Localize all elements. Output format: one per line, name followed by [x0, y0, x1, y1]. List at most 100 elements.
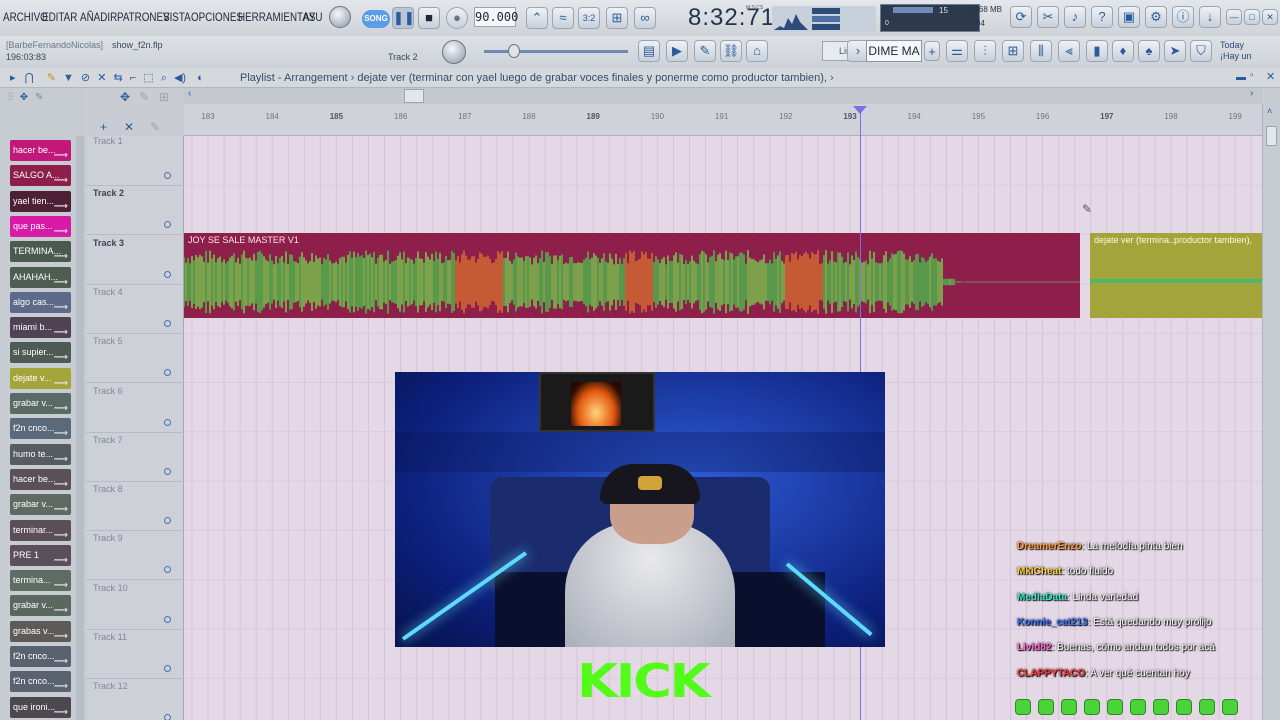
chat-username[interactable]: DreamerEnzo — [1017, 541, 1081, 552]
clip-list-item[interactable]: yael tien... ⟿ — [10, 190, 71, 212]
audio-clip-side[interactable]: dejate ver (termina..productor tambien), — [1090, 233, 1262, 318]
track-name[interactable]: Track 9 — [93, 533, 123, 543]
plugin-icon[interactable]: ⚙ — [1145, 6, 1167, 28]
playlist-view-icon[interactable]: ▤ — [638, 40, 660, 62]
select-tool-icon[interactable]: ⬚ — [143, 72, 153, 84]
ruler-bar-number[interactable]: 184 — [266, 112, 279, 121]
track-name[interactable]: Track 4 — [93, 287, 123, 297]
track-grid-icon[interactable]: ⊞ — [159, 90, 169, 104]
ruler-bar-number[interactable]: 192 — [779, 112, 792, 121]
metronome-icon[interactable]: ⌃ — [526, 7, 548, 29]
emote-icon[interactable] — [1084, 699, 1100, 715]
clip-list-item[interactable]: terminar... ⟿ — [10, 519, 71, 541]
piano-roll-icon[interactable]: ▶ — [666, 40, 688, 62]
clip-list-item[interactable]: humo te... ⟿ — [10, 443, 71, 465]
magnet-icon[interactable]: ⌂ — [746, 40, 768, 62]
scroll-thumb[interactable] — [404, 89, 424, 103]
track-name[interactable]: Track 3 — [93, 238, 124, 248]
cut-icon[interactable]: ✂ — [1037, 6, 1059, 28]
track-name[interactable]: Track 8 — [93, 484, 123, 494]
picker-add-icon[interactable]: ⫶⫶ — [8, 92, 13, 103]
ruler-bar-number[interactable]: 189 — [587, 112, 600, 121]
delete-tool-icon[interactable]: ⊘ — [81, 72, 90, 84]
pattern-selector[interactable]: DIME MA — [866, 40, 922, 62]
track-name[interactable]: Track 10 — [93, 583, 128, 593]
wait-input-icon[interactable]: ≈ — [552, 7, 574, 29]
scroll-up-icon[interactable]: ˄ — [1267, 106, 1272, 116]
vertical-scroll-thumb[interactable] — [1266, 126, 1277, 146]
link-icon[interactable]: ⛓ — [720, 40, 742, 62]
remove-track-icon[interactable]: ✕ — [124, 120, 134, 134]
step-edit-icon[interactable]: ⊞ — [606, 7, 628, 29]
track-name[interactable]: Track 11 — [93, 632, 127, 642]
channel-rack-icon[interactable]: ⫶ — [974, 40, 996, 62]
record-button[interactable]: ● — [446, 7, 468, 29]
slip-tool-icon[interactable]: ⇆ — [113, 72, 122, 84]
ruler-bar-number[interactable]: 199 — [1229, 112, 1242, 121]
slice-tool-icon[interactable]: ⌐ — [130, 72, 136, 84]
clip-list-item[interactable]: grabar v... ⟿ — [10, 393, 71, 414]
clip-list-item[interactable]: si supier... ⟿ — [10, 342, 71, 364]
emote-icon[interactable] — [1015, 699, 1031, 715]
track-name[interactable]: Track 12 — [93, 681, 128, 691]
menu-opciones[interactable]: OPCIONES — [191, 10, 243, 24]
track-mute-dot[interactable] — [164, 418, 171, 426]
file-icon[interactable]: ▮ — [1086, 40, 1108, 62]
track-name[interactable]: Track 5 — [93, 336, 123, 346]
clip-list-item[interactable]: hacer be... ⟿ — [10, 468, 71, 490]
ruler-bar-number[interactable]: 185 — [330, 112, 343, 121]
clip-list-item[interactable]: f2n cnco... ⟿ — [10, 418, 71, 440]
track-name[interactable]: Track 7 — [93, 435, 123, 445]
track-mute-dot[interactable] — [164, 467, 171, 475]
pause-button[interactable]: ❚❚ — [392, 7, 415, 29]
emote-icon[interactable] — [1153, 699, 1169, 715]
menu-anadir[interactable]: AÑADIR — [80, 10, 117, 24]
track-edit-icon[interactable]: ✎ — [150, 120, 160, 134]
download-icon[interactable]: ↓ — [1199, 6, 1221, 28]
equalizer-icon[interactable]: ⫼ — [1030, 40, 1052, 62]
countdown-icon[interactable]: 3:2 — [578, 7, 600, 29]
news-panel[interactable]: Today ¡Hay un — [1220, 40, 1252, 62]
clip-list-item[interactable]: AHAHAH... ⟿ — [10, 266, 71, 288]
horizontal-scrollbar[interactable]: ‹ › — [184, 88, 1262, 104]
scroll-right-icon[interactable]: › — [1250, 88, 1253, 99]
undo-icon[interactable]: ⟳ — [1010, 6, 1032, 28]
playlist-maximize-icon[interactable]: ▫ — [1250, 70, 1254, 81]
playlist-minimize-icon[interactable]: ▬ — [1236, 72, 1246, 83]
help-icon[interactable]: ? — [1091, 6, 1113, 28]
playlist-close-icon[interactable]: ✕ — [1266, 70, 1275, 83]
clip-list-item[interactable]: hacer be... ⟿ — [10, 140, 71, 161]
audio-clip-main[interactable]: JOY SE SALE MASTER V1 — [184, 233, 1080, 318]
track-mute-dot[interactable] — [164, 270, 171, 278]
playlist-arrow-icon[interactable]: ◐ — [197, 72, 204, 84]
save-icon[interactable]: ▣ — [1118, 6, 1140, 28]
mute-tool-icon[interactable]: ✕ — [97, 72, 106, 84]
clip-list-item[interactable]: SALGO A... ⟿ — [10, 165, 71, 187]
clip-list-item[interactable]: PRE 1 ⟿ — [10, 544, 71, 566]
menu-ayuda[interactable]: AYU — [303, 10, 323, 24]
clip-list-item[interactable]: grabas v... ⟿ — [10, 620, 71, 642]
playback-tool-icon[interactable]: ◀) — [174, 72, 186, 84]
ruler-bar-number[interactable]: 196 — [1036, 112, 1049, 121]
ruler-bar-number[interactable]: 198 — [1164, 112, 1177, 121]
clip-list-item[interactable]: miami b... ⟿ — [10, 317, 71, 339]
draw-tool-icon[interactable]: ✎ — [694, 40, 716, 62]
touch-keyboard-icon[interactable]: ➤ — [1164, 40, 1186, 62]
clip-list-item[interactable]: que ironi... ⟿ — [10, 696, 71, 718]
clip-picker-scrollbar[interactable] — [76, 136, 84, 720]
master-pitch-slider[interactable] — [484, 50, 628, 53]
zoom-tool-icon[interactable]: ⌕ — [161, 72, 167, 84]
pencil-tool-icon[interactable]: ✎ — [47, 72, 56, 84]
track-name[interactable]: Track 1 — [93, 136, 123, 146]
chat-username[interactable]: CLAPPYTACO — [1017, 668, 1085, 679]
minimize-icon[interactable]: — — [1226, 9, 1242, 25]
vertical-scrollbar[interactable]: ˄ — [1262, 104, 1280, 720]
clip-list-item[interactable]: TERMINA... ⟿ — [10, 241, 71, 263]
ruler-bar-number[interactable]: 183 — [201, 112, 214, 121]
loop-record-icon[interactable]: ∞ — [634, 7, 656, 29]
track-name[interactable]: Track 2 — [93, 188, 124, 198]
menu-patrones[interactable]: PATRONES — [117, 10, 170, 24]
track-mute-dot[interactable] — [164, 319, 171, 327]
emote-icon[interactable] — [1107, 699, 1123, 715]
track-mute-dot[interactable] — [164, 615, 171, 623]
